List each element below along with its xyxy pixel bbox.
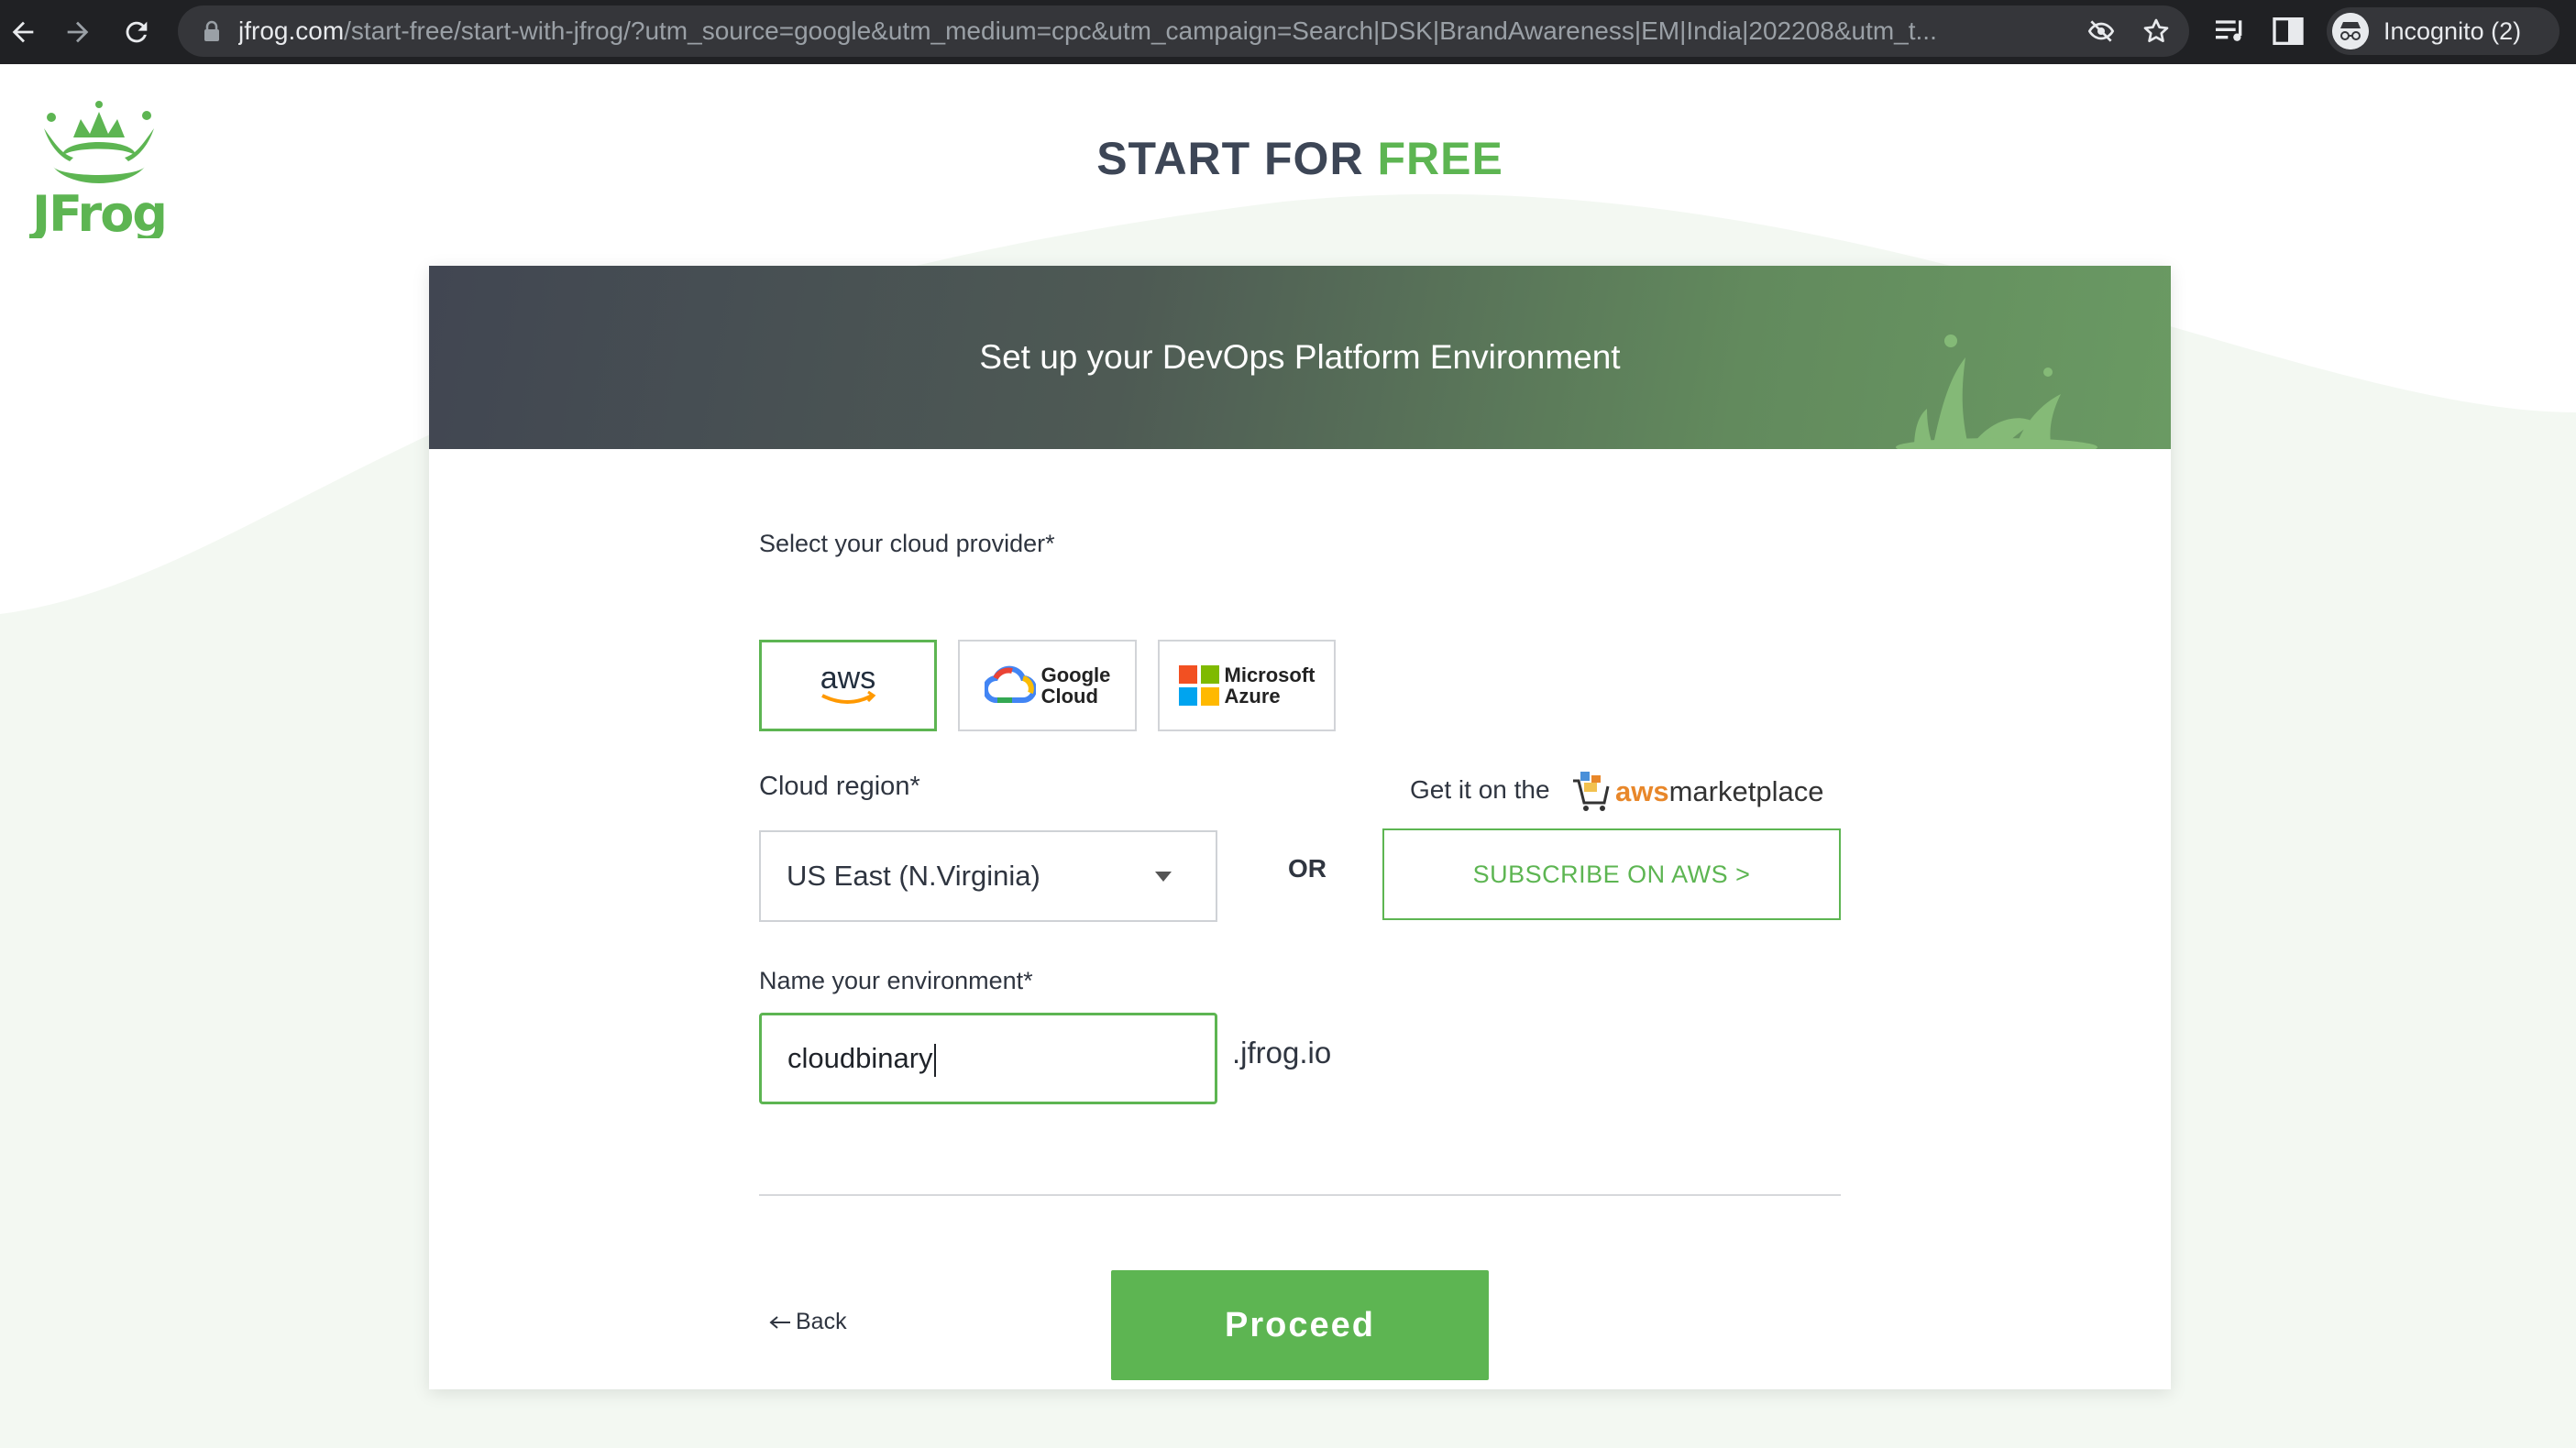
page-title: START FOR FREE — [0, 132, 2576, 185]
domain-suffix: .jfrog.io — [1232, 1036, 1332, 1070]
back-arrow-icon[interactable] — [0, 9, 46, 55]
url-host: jfrog.com — [238, 16, 345, 45]
marketplace-prefix: Get it on the — [1410, 775, 1550, 804]
chevron-down-icon — [1155, 872, 1172, 882]
jfrog-logo-text: JFrog — [28, 185, 166, 238]
forward-arrow-icon[interactable] — [55, 9, 101, 55]
card-title: Set up your DevOps Platform Environment — [979, 338, 1621, 376]
provider-aws-option[interactable]: aws — [759, 640, 937, 731]
cloud-region-label: Cloud region* — [759, 772, 920, 801]
aws-marketplace-suffix: marketplace — [1668, 775, 1824, 807]
cloud-region-select[interactable]: US East (N.Virginia) — [759, 830, 1217, 922]
aws-marketplace-aws: aws — [1615, 775, 1669, 807]
arrow-left-icon — [769, 1316, 790, 1330]
form-divider — [759, 1194, 1841, 1196]
google-cloud-line2: Cloud — [1040, 685, 1098, 708]
google-cloud-line1: Google — [1040, 664, 1111, 686]
environment-name-text: cloudbinary — [787, 1015, 936, 1102]
aws-marketplace-logo: awsmarketplace — [1615, 775, 1823, 808]
or-separator: OR — [1288, 854, 1327, 883]
url-path: /start-free/start-with-jfrog/?utm_source… — [344, 16, 1937, 45]
address-bar[interactable]: jfrog.com/start-free/start-with-jfrog/?u… — [178, 5, 2189, 57]
back-label: Back — [796, 1309, 847, 1334]
cloud-provider-label: Select your cloud provider* — [759, 530, 1055, 557]
bookmark-star-icon[interactable] — [2141, 16, 2171, 46]
card-header: Set up your DevOps Platform Environment — [429, 266, 2171, 449]
setup-card: Set up your DevOps Platform Environment … — [429, 266, 2171, 1389]
incognito-icon — [2332, 13, 2369, 49]
cloud-region-value: US East (N.Virginia) — [787, 860, 1040, 892]
lock-icon — [204, 20, 219, 41]
environment-name-label: Name your environment* — [759, 967, 1033, 994]
tracking-blocked-eye-icon[interactable] — [2086, 16, 2116, 46]
proceed-button[interactable]: Proceed — [1111, 1270, 1489, 1380]
page: JFrog START FOR FREE Set up your DevOps … — [0, 64, 2576, 1448]
provider-azure-option[interactable]: Microsoft Azure — [1158, 640, 1336, 731]
azure-line1: Microsoft — [1224, 664, 1316, 686]
browser-toolbar: jfrog.com/start-free/start-with-jfrog/?u… — [0, 0, 2576, 64]
side-panel-icon[interactable] — [2270, 13, 2306, 49]
environment-name-value: cloudbinary — [787, 1042, 933, 1074]
page-title-accent: FREE — [1377, 133, 1503, 184]
subscribe-on-aws-button[interactable]: SUBSCRIBE ON AWS > — [1382, 828, 1841, 920]
media-queue-icon[interactable] — [2211, 13, 2248, 49]
text-cursor — [933, 1043, 936, 1077]
environment-name-input[interactable]: cloudbinary — [759, 1013, 1217, 1104]
aws-logo-text: aws — [820, 661, 875, 696]
google-cloud-icon — [984, 665, 1036, 704]
shopping-cart-icon — [1573, 772, 1610, 811]
page-title-start: START FOR — [1096, 133, 1378, 184]
reload-icon[interactable] — [114, 9, 160, 55]
azure-text: Microsoft Azure — [1225, 664, 1316, 707]
back-link[interactable]: Back — [768, 1309, 847, 1335]
azure-line2: Azure — [1224, 685, 1281, 708]
url-text: jfrog.com/start-free/start-with-jfrog/?u… — [238, 5, 2081, 57]
profile-label: Incognito (2) — [2383, 17, 2522, 45]
google-cloud-text: Google Cloud — [1041, 664, 1111, 707]
aws-logo-icon: aws — [820, 661, 876, 704]
incognito-profile-button[interactable]: Incognito (2) — [2327, 7, 2559, 55]
microsoft-logo-icon — [1178, 665, 1219, 706]
provider-google-cloud-option[interactable]: Google Cloud — [958, 640, 1137, 731]
